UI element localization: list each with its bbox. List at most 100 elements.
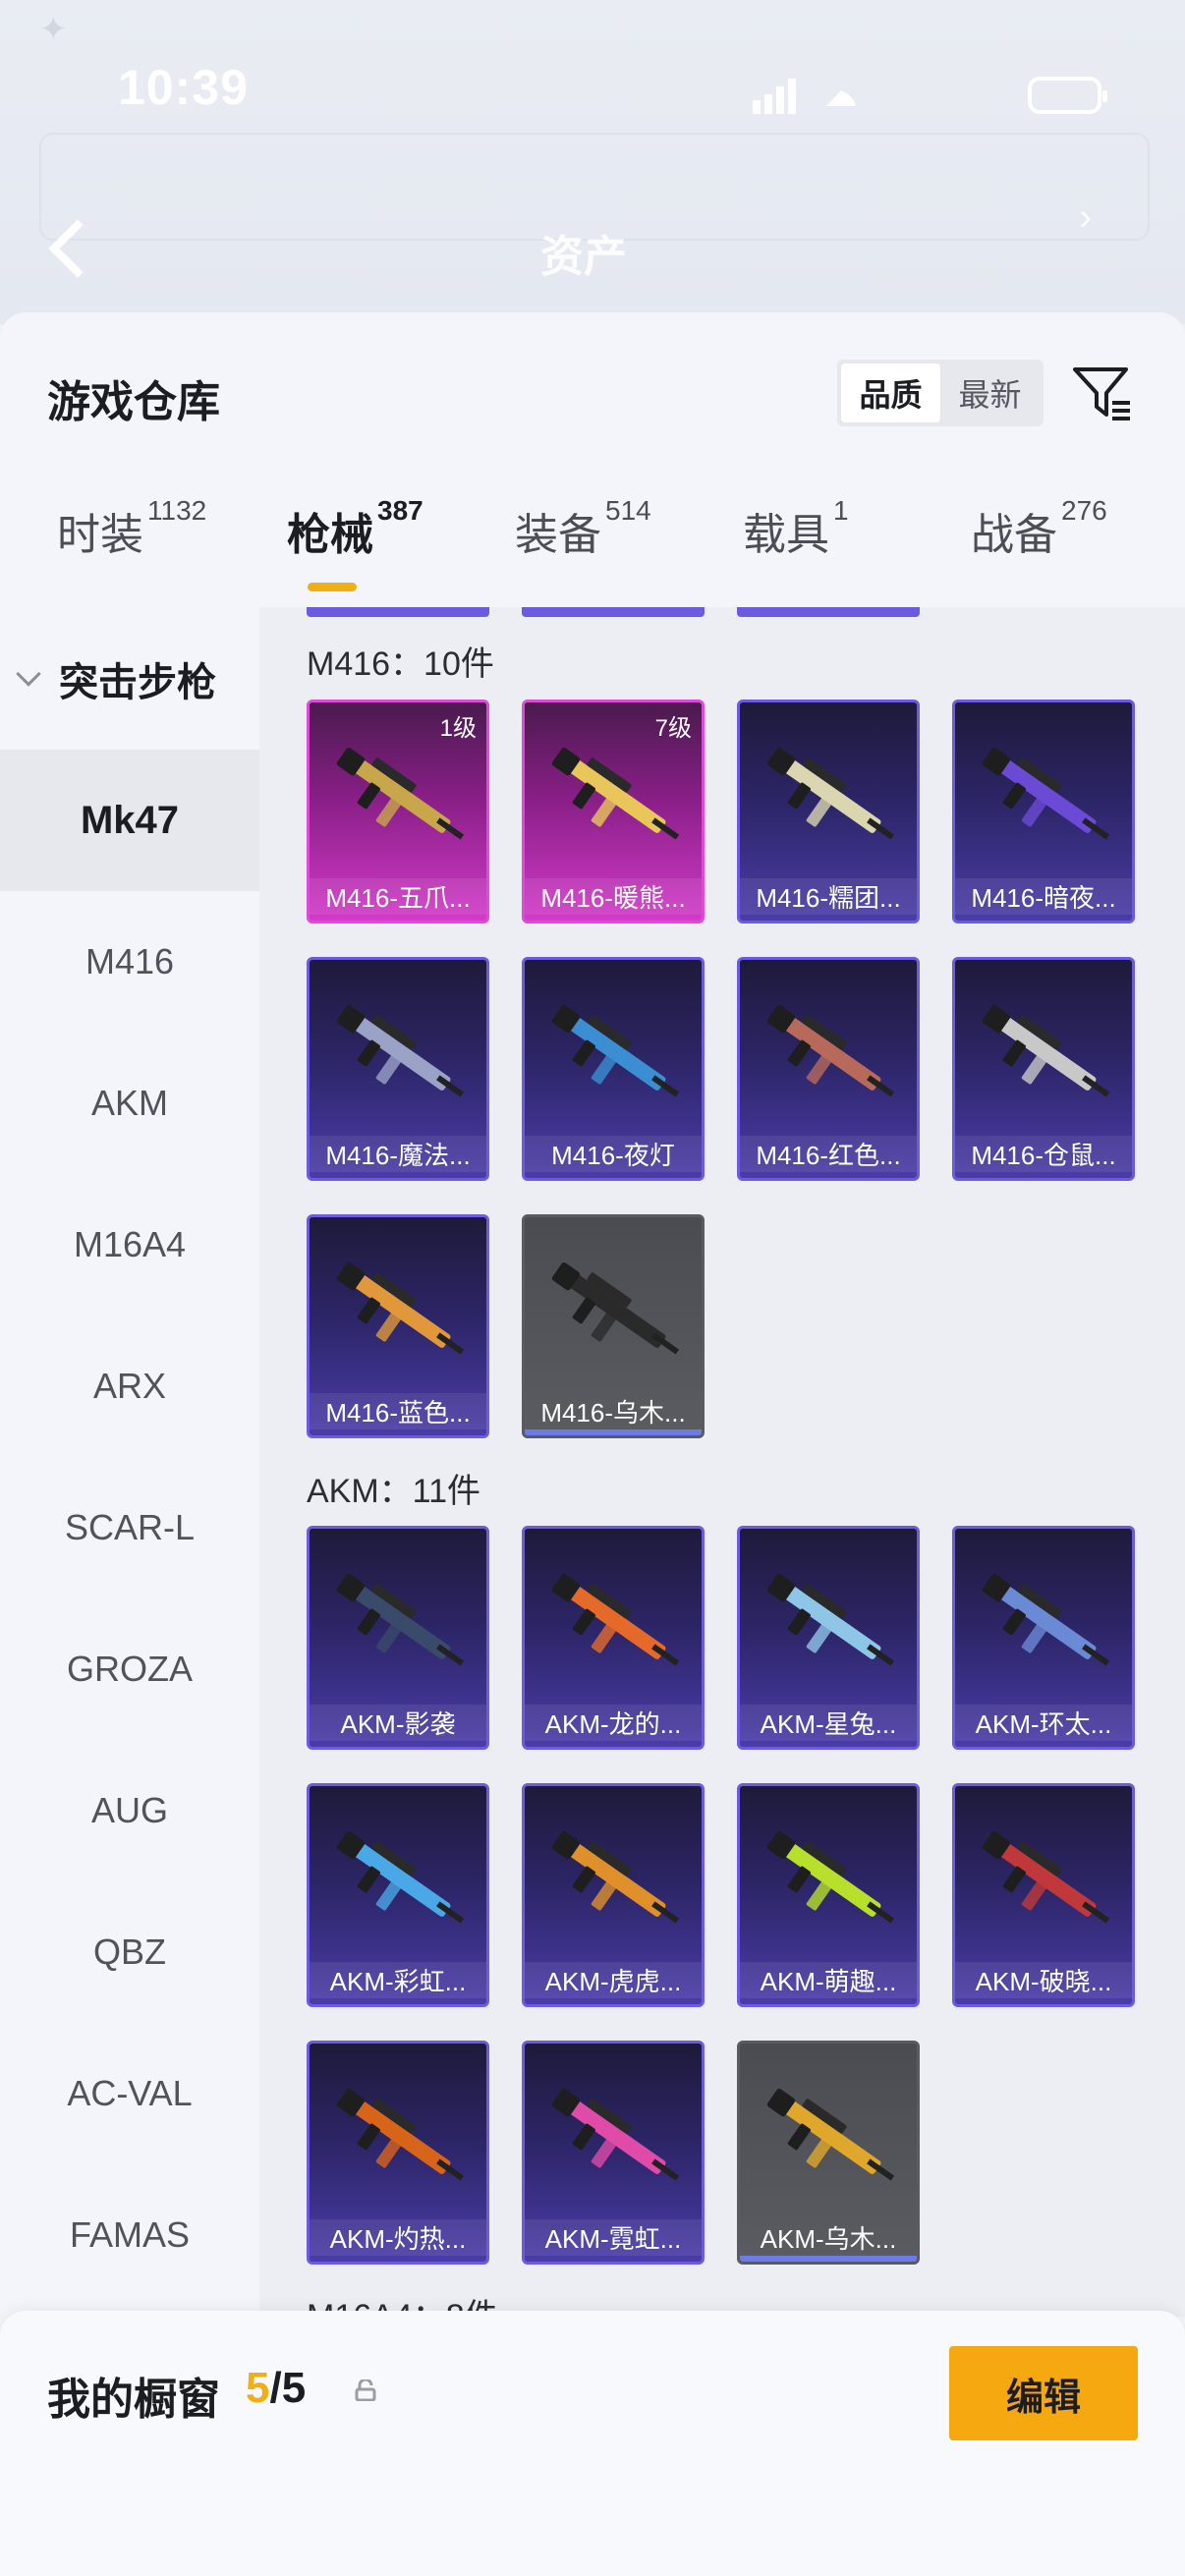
sidebar-item-aug[interactable]: AUG — [0, 1740, 259, 1881]
sidebar-item-akm[interactable]: AKM — [0, 1033, 259, 1174]
tab-count: 276 — [1061, 495, 1107, 526]
rifle-icon — [551, 1573, 680, 1666]
sidebar-item-ac-val[interactable]: AC-VAL — [0, 2023, 259, 2164]
tab-guns[interactable]: 枪械387 — [287, 495, 423, 562]
card-stub — [307, 607, 489, 617]
active-tab-indicator — [308, 583, 357, 591]
rifle-icon — [766, 1830, 895, 1924]
page-title: 游戏仓库 — [47, 378, 220, 426]
skin-name: M416-夜灯 — [525, 1136, 702, 1172]
tab-label: 装备 — [515, 511, 601, 559]
skin-name: M416-五爪... — [310, 878, 486, 915]
warehouse-sheet: 游戏仓库 品质 最新 时装1132 枪械387 装备514 载具1 战备276 … — [0, 312, 1185, 2576]
skin-name: AKM-环太... — [955, 1705, 1132, 1741]
rifle-icon — [336, 1261, 465, 1355]
tab-fashion[interactable]: 时装1132 — [57, 495, 206, 562]
rifle-icon — [982, 1573, 1110, 1666]
skin-card[interactable]: AKM-影袭 — [307, 1526, 489, 1750]
sidebar-group-label: 突击步枪 — [59, 660, 216, 704]
chevron-down-icon — [16, 660, 41, 687]
skin-card[interactable]: M416-仓鼠... — [952, 957, 1135, 1181]
skin-card[interactable]: AKM-星兔... — [737, 1526, 920, 1750]
skin-name: M416-暗夜... — [955, 878, 1132, 915]
edit-button[interactable]: 编辑 — [949, 2346, 1138, 2440]
section-title-m416: M416：10件 — [307, 645, 494, 683]
skin-card[interactable]: AKM-彩虹... — [307, 1783, 489, 2007]
sidebar-item-famas[interactable]: FAMAS — [0, 2164, 259, 2306]
sidebar-item-qbz[interactable]: QBZ — [0, 1881, 259, 2023]
chevron-right-icon: › — [1079, 196, 1092, 238]
status-time: 10:39 — [118, 60, 249, 115]
skin-card[interactable]: AKM-龙的... — [522, 1526, 705, 1750]
tab-label: 战备 — [971, 511, 1057, 559]
card-stub — [737, 607, 920, 617]
rifle-icon — [982, 1830, 1110, 1924]
showcase-label: 我的橱窗 — [47, 2376, 220, 2424]
sort-latest-button[interactable]: 最新 — [940, 364, 1040, 422]
bg-ghost-text: ✦ — [39, 11, 68, 48]
showcase-bar: 我的橱窗 5/5 编辑 — [0, 2311, 1185, 2576]
category-tabs: 时装1132 枪械387 装备514 载具1 战备276 — [0, 495, 1185, 607]
skin-name: AKM-霓虹... — [525, 2219, 702, 2256]
signal-wifi-icon — [753, 79, 856, 114]
background-page: ✦ 10:39 资产 › — [0, 0, 1185, 324]
rifle-icon — [551, 747, 680, 840]
section-title-akm: AKM：11件 — [307, 1473, 480, 1510]
skin-name: AKM-萌趣... — [740, 1962, 917, 1998]
rifle-icon — [336, 1830, 465, 1924]
skin-name: M416-乌木... — [540, 1398, 686, 1428]
tab-count: 514 — [605, 495, 651, 526]
sidebar-item-m16a4[interactable]: M16A4 — [0, 1174, 259, 1316]
rifle-icon — [336, 747, 465, 840]
skin-card[interactable]: AKM-乌木... — [737, 2041, 920, 2265]
sidebar-group-assault-rifle[interactable]: 突击步枪 — [0, 607, 259, 750]
skin-card[interactable]: M416-蓝色... — [307, 1214, 489, 1438]
skin-card[interactable]: AKM-萌趣... — [737, 1783, 920, 2007]
showcase-count: 5/5 — [246, 2364, 306, 2413]
sort-quality-button[interactable]: 品质 — [841, 364, 940, 422]
rifle-icon — [766, 747, 895, 840]
tab-supplies[interactable]: 战备276 — [971, 495, 1107, 562]
skin-grid: M416：10件 AKM：11件 M16A4：8件 1级 M416-五爪... 7级… — [259, 607, 1185, 2317]
skin-name: M416-仓鼠... — [955, 1136, 1132, 1172]
tab-equipment[interactable]: 装备514 — [515, 495, 651, 562]
sort-toggle: 品质 最新 — [837, 360, 1044, 426]
sidebar-item-groza[interactable]: GROZA — [0, 1598, 259, 1740]
lock-icon[interactable] — [354, 2380, 377, 2401]
skin-card[interactable]: AKM-破晓... — [952, 1783, 1135, 2007]
skin-name: M416-糯团... — [740, 878, 917, 915]
skin-card[interactable]: M416-暗夜... — [952, 700, 1135, 924]
showcase-total: 5 — [281, 2364, 307, 2412]
skin-card[interactable]: AKM-虎虎... — [522, 1783, 705, 2007]
skin-name: AKM-星兔... — [740, 1705, 917, 1741]
tab-vehicles[interactable]: 载具1 — [743, 495, 849, 562]
sidebar-item-arx[interactable]: ARX — [0, 1316, 259, 1457]
card-stub — [522, 607, 705, 617]
showcase-current: 5 — [246, 2364, 270, 2412]
rifle-icon — [982, 747, 1110, 840]
skin-card[interactable]: M416-红色... — [737, 957, 920, 1181]
tab-label: 枪械 — [287, 511, 373, 559]
skin-card[interactable]: 1级 M416-五爪... — [307, 700, 489, 924]
showcase-separator: / — [269, 2364, 282, 2412]
skin-card[interactable]: M416-夜灯 — [522, 957, 705, 1181]
skin-name: AKM-破晓... — [955, 1962, 1132, 1998]
sidebar-item-m416[interactable]: M416 — [0, 891, 259, 1033]
skin-card[interactable]: AKM-灼热... — [307, 2041, 489, 2265]
skin-card[interactable]: M416-魔法... — [307, 957, 489, 1181]
filter-icon[interactable] — [1071, 362, 1134, 424]
skin-name: AKM-灼热... — [310, 2219, 486, 2256]
rifle-icon — [982, 1004, 1110, 1097]
skin-card[interactable]: M416-乌木... — [522, 1214, 705, 1438]
skin-name: M416-红色... — [740, 1136, 917, 1172]
skin-card[interactable]: AKM-霓虹... — [522, 2041, 705, 2265]
skin-name: AKM-虎虎... — [525, 1962, 702, 1998]
sidebar-item-scar-l[interactable]: SCAR-L — [0, 1457, 259, 1598]
skin-name: AKM-乌木... — [760, 2224, 897, 2254]
sidebar-item-mk47[interactable]: Mk47 — [0, 750, 259, 891]
skin-card[interactable]: 7级 M416-暖熊... — [522, 700, 705, 924]
tab-count: 1 — [833, 495, 849, 526]
skin-card[interactable]: M416-糯团... — [737, 700, 920, 924]
skin-card[interactable]: AKM-环太... — [952, 1526, 1135, 1750]
tab-label: 时装 — [57, 511, 143, 559]
